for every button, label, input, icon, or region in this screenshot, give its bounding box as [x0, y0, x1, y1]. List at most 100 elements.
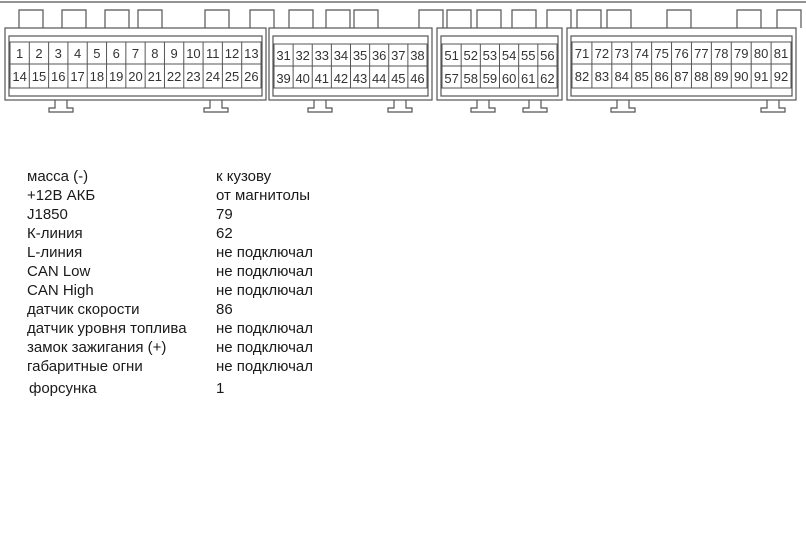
pin-label: 52 [464, 48, 478, 63]
connector-A [4, 9, 275, 113]
pin-label: 85 [634, 69, 648, 84]
pin-label: 18 [90, 69, 104, 84]
pin-label: 25 [225, 69, 239, 84]
pin-label: 4 [74, 46, 81, 61]
pin-label: 11 [206, 46, 220, 61]
pin-label: 45 [391, 71, 405, 86]
pin-label: 62 [540, 71, 554, 86]
signal-connection: 1 [216, 380, 225, 397]
pin-label: 60 [502, 71, 516, 86]
pin-label: 71 [575, 46, 589, 61]
pin-label: 79 [734, 46, 748, 61]
signal-connection: не подключал [216, 339, 313, 356]
pin-label: 17 [70, 69, 84, 84]
pin-label: 81 [774, 46, 788, 61]
signal-connection: не подключал [216, 358, 313, 375]
pin-label: 38 [410, 48, 424, 63]
pin-label: 15 [32, 69, 46, 84]
pin-label: 6 [113, 46, 120, 61]
signal-connection: не подключал [216, 263, 313, 280]
pin-label: 19 [109, 69, 123, 84]
signal-name: датчик уровня топлива [27, 320, 187, 337]
pin-label: 10 [186, 46, 200, 61]
pin-label: 14 [12, 69, 26, 84]
pin-label: 91 [754, 69, 768, 84]
pin-label: 83 [595, 69, 609, 84]
pin-label: 57 [444, 71, 458, 86]
pin-label: 84 [615, 69, 629, 84]
connector-inner [8, 35, 263, 97]
pin-grid-B: 31 32 33 34 35 36 37 38 39 40 41 42 43 44 45 46 [273, 43, 428, 89]
pin-label: 59 [483, 71, 497, 86]
latch-tabs [576, 9, 802, 28]
signal-name: габаритные огни [27, 358, 143, 375]
pin-label: 55 [521, 48, 535, 63]
signal-name: +12В АКБ [27, 187, 96, 204]
pin-label: 78 [714, 46, 728, 61]
pin-label: 26 [244, 69, 258, 84]
pin-label: 22 [167, 69, 181, 84]
pin-label: 31 [276, 48, 290, 63]
signal-name: замок зажигания (+) [27, 339, 167, 356]
bottom-keys [307, 100, 413, 113]
signal-connection: 62 [216, 225, 233, 242]
pin-label: 35 [353, 48, 367, 63]
pin-label: 77 [694, 46, 708, 61]
pin-label: 1 [16, 46, 23, 61]
pin-label: 86 [654, 69, 668, 84]
pin-label: 5 [93, 46, 100, 61]
pin-label: 37 [391, 48, 405, 63]
pin-label: 76 [674, 46, 688, 61]
signal-name: масса (-) [27, 168, 89, 185]
pin-grid-D: 71 72 73 74 75 76 77 78 79 80 81 82 83 84 85 86 87 88 89 90… [571, 41, 792, 89]
pin-label: 53 [483, 48, 497, 63]
pin-label: 16 [51, 69, 65, 84]
pin-label: 92 [774, 69, 788, 84]
connector-pins: 1 2 3 4 5 6 7 8 9 10 11 12 1314 15 16 17 18 19 20 21 22 23 24 2… [9, 41, 792, 89]
pin-label: 74 [634, 46, 648, 61]
pin-label: 41 [315, 71, 329, 86]
pin-grid-C: 51 52 53 54 55 56 57 58 59 60 61 62 [441, 43, 558, 89]
connector-inner [570, 35, 793, 97]
signal-connection: от магнитолы [216, 187, 311, 204]
bottom-keys [470, 100, 548, 113]
signal-name: CAN Low [27, 263, 91, 280]
pin-label: 43 [353, 71, 367, 86]
pin-label: 12 [225, 46, 239, 61]
bottom-keys [48, 100, 229, 113]
pin-label: 46 [410, 71, 424, 86]
pin-label: 33 [315, 48, 329, 63]
connector-D [566, 9, 802, 113]
signal-name: J1850 [27, 206, 68, 223]
pin-label: 80 [754, 46, 768, 61]
pin-label: 40 [295, 71, 309, 86]
pin-label: 61 [521, 71, 535, 86]
pin-label: 72 [595, 46, 609, 61]
signal-connection: не подключал [216, 282, 313, 299]
signal-connection: к кузову [216, 168, 272, 185]
pin-label: 82 [575, 69, 589, 84]
pin-label: 90 [734, 69, 748, 84]
pin-label: 20 [128, 69, 142, 84]
signal-connection: не подключал [216, 244, 313, 261]
pin-label: 34 [334, 48, 348, 63]
pin-label: 21 [148, 69, 162, 84]
bottom-keys [610, 100, 786, 113]
pin-label: 44 [372, 71, 386, 86]
pin-label: 32 [295, 48, 309, 63]
signal-name: CAN High [27, 282, 94, 299]
pin-label: 8 [151, 46, 158, 61]
signal-name: датчик скорости [27, 301, 140, 318]
pin-label: 87 [674, 69, 688, 84]
latch-tabs [288, 9, 444, 28]
pin-label: 13 [244, 46, 258, 61]
pin-label: 39 [276, 71, 290, 86]
pin-label: 2 [35, 46, 42, 61]
signal-connection: 79 [216, 206, 233, 223]
signal-connection: 86 [216, 301, 233, 318]
signal-connection: не подключал [216, 320, 313, 337]
pin-label: 23 [186, 69, 200, 84]
pin-label: 75 [654, 46, 668, 61]
pin-label: 54 [502, 48, 516, 63]
signal-name: L-линия [27, 244, 83, 261]
